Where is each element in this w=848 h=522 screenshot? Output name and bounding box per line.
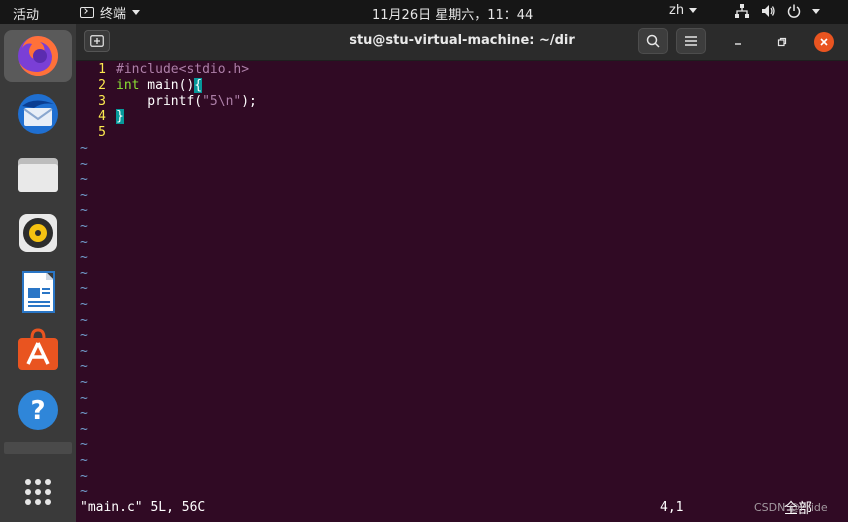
rhythmbox-icon bbox=[19, 214, 57, 252]
terminal-icon bbox=[80, 7, 94, 18]
dock-item-files[interactable] bbox=[12, 148, 64, 200]
language-label: zh bbox=[669, 3, 685, 18]
title-bar[interactable]: stu@stu-virtual-machine: ~/dir bbox=[76, 24, 848, 61]
tilde-line: ~ bbox=[80, 390, 88, 406]
vim-editor[interactable]: 1 #include<stdio.h> 2 int main(){ 3 printf… bbox=[76, 61, 848, 501]
minimize-icon bbox=[735, 43, 741, 45]
code-line: 1 #include<stdio.h> bbox=[80, 62, 249, 78]
minimize-button[interactable] bbox=[728, 32, 748, 52]
chevron-down-icon bbox=[132, 10, 141, 15]
line-text: #include<stdio.h> bbox=[116, 62, 250, 77]
menu-button[interactable] bbox=[676, 28, 706, 54]
writer-icon bbox=[22, 271, 55, 313]
line-number: 5 bbox=[98, 125, 106, 140]
code-line: 3 printf("5\n"); bbox=[80, 94, 257, 110]
tilde-line: ~ bbox=[80, 328, 88, 344]
tilde-line: ~ bbox=[80, 203, 88, 219]
tilde-line: ~ bbox=[80, 234, 88, 250]
line-text: int main(){ bbox=[116, 78, 203, 93]
firefox-icon bbox=[18, 35, 59, 76]
power-icon bbox=[787, 4, 801, 18]
app-menu[interactable]: 终端 bbox=[80, 3, 141, 22]
tilde-line: ~ bbox=[80, 219, 88, 234]
chevron-down-icon bbox=[689, 8, 698, 13]
dock-item-software[interactable] bbox=[12, 324, 64, 376]
tilde-line: ~ bbox=[80, 281, 88, 297]
tilde-line: ~ bbox=[80, 421, 88, 437]
code-line: 4} bbox=[80, 109, 124, 125]
help-icon: ? bbox=[18, 390, 58, 430]
dock: ? bbox=[0, 24, 76, 522]
tilde-line: ~ bbox=[80, 250, 88, 266]
watermark: CSDN @Pride bbox=[754, 501, 828, 514]
dock-item-writer[interactable] bbox=[12, 266, 64, 318]
tilde-line: ~ bbox=[80, 453, 88, 468]
dock-item-help[interactable]: ? bbox=[12, 384, 64, 436]
line-number: 2 bbox=[98, 78, 106, 93]
tilde-line: ~ bbox=[80, 484, 88, 500]
dock-item-firefox[interactable] bbox=[4, 30, 72, 82]
code-line: 5 bbox=[80, 125, 116, 141]
software-icon bbox=[18, 328, 58, 370]
dock-item-rhythmbox[interactable] bbox=[12, 207, 64, 259]
tilde-line: ~ bbox=[80, 437, 88, 453]
app-menu-label: 终端 bbox=[100, 7, 127, 22]
files-icon bbox=[18, 158, 58, 192]
activities-button[interactable]: 活动 bbox=[13, 4, 39, 23]
line-number: 1 bbox=[98, 62, 106, 77]
tilde-line: ~ bbox=[80, 187, 88, 203]
maximize-button[interactable] bbox=[772, 32, 792, 52]
dock-item-thunderbird[interactable] bbox=[12, 88, 64, 140]
tilde-line: ~ bbox=[80, 297, 88, 312]
tilde-line: ~ bbox=[80, 406, 88, 422]
clock[interactable]: 11月26日 星期六，11：44 bbox=[372, 4, 533, 23]
tilde-line: ~ bbox=[80, 343, 88, 359]
tilde-line: ~ bbox=[80, 468, 88, 484]
tilde-line: ~ bbox=[80, 141, 88, 156]
tilde-line: ~ bbox=[80, 156, 88, 172]
vim-status-file: "main.c" 5L, 56C bbox=[80, 500, 206, 515]
tilde-line: ~ bbox=[80, 359, 88, 375]
dock-separator bbox=[4, 442, 72, 454]
vim-cursor-position: 4,1 bbox=[660, 500, 684, 515]
search-icon bbox=[646, 34, 660, 48]
search-button[interactable] bbox=[638, 28, 668, 54]
app-grid-icon bbox=[25, 479, 51, 505]
tilde-line: ~ bbox=[80, 265, 88, 281]
tilde-line: ~ bbox=[80, 172, 88, 188]
top-bar: 活动 终端 11月26日 星期六，11：44 zh bbox=[0, 0, 848, 24]
language-selector[interactable]: zh bbox=[669, 3, 698, 18]
svg-text:?: ? bbox=[30, 396, 45, 426]
hamburger-icon bbox=[685, 36, 697, 46]
line-text: printf("5\n"); bbox=[116, 94, 257, 109]
system-tray[interactable] bbox=[734, 3, 820, 19]
line-number: 4 bbox=[98, 109, 106, 124]
thunderbird-icon bbox=[18, 94, 58, 134]
tilde-line: ~ bbox=[80, 312, 88, 328]
restore-icon bbox=[777, 37, 787, 47]
chevron-down-icon bbox=[812, 8, 820, 14]
close-icon bbox=[820, 38, 828, 46]
close-button[interactable] bbox=[814, 32, 834, 52]
show-applications-button[interactable] bbox=[12, 466, 64, 518]
tilde-line: ~ bbox=[80, 375, 88, 390]
code-line: 2 int main(){ bbox=[80, 78, 203, 94]
volume-icon bbox=[762, 5, 775, 17]
terminal-window: stu@stu-virtual-machine: ~/dir 1 #includ… bbox=[76, 24, 848, 522]
line-text: } bbox=[116, 109, 124, 124]
network-icon bbox=[735, 4, 749, 18]
line-number: 3 bbox=[98, 94, 106, 109]
